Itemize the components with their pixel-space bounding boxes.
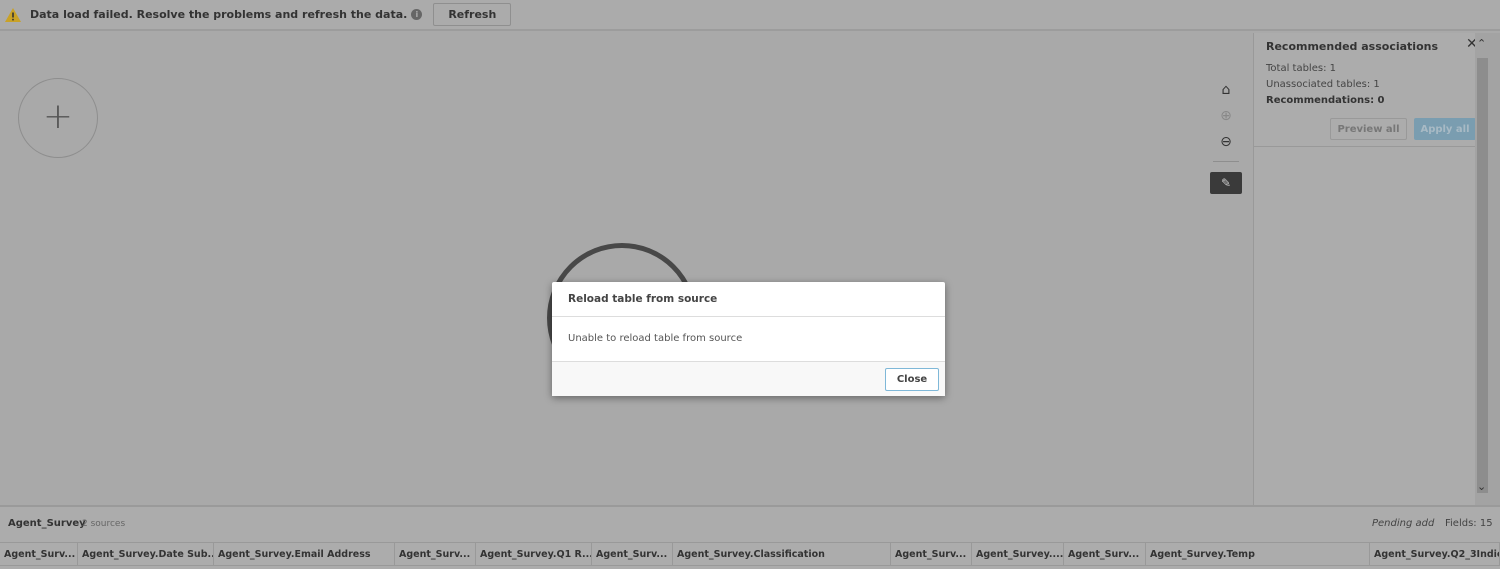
chevron-up-icon[interactable]: ⌃ [1477, 37, 1486, 50]
column-header[interactable]: Agent_Survey.Q2_3Indicat [1370, 543, 1500, 565]
info-icon[interactable]: i [411, 9, 423, 20]
refresh-button[interactable]: Refresh [433, 3, 512, 26]
unassociated-tables: Unassociated tables: 1 [1266, 79, 1380, 90]
error-message: Data load failed. Resolve the problems a… [30, 8, 408, 21]
column-header[interactable]: Agent_Surv... [592, 543, 673, 565]
column-header[interactable]: Agent_Survey.Date Sub... [78, 543, 214, 565]
column-header[interactable]: Agent_Survey.Email Address [214, 543, 395, 565]
warning-icon [5, 7, 21, 22]
column-header[interactable]: Agent_Surv... [1064, 543, 1146, 565]
home-icon[interactable]: ⌂ [1210, 77, 1242, 103]
zoom-in-icon[interactable]: ⊕ [1210, 103, 1242, 129]
reload-dialog: Reload table from source Unable to reloa… [552, 282, 945, 396]
canvas-toolbar: ⌂ ⊕ ⊖ ✎ [1210, 77, 1242, 194]
recommendations-count: Recommendations: 0 [1266, 95, 1385, 106]
panel-title: Recommended associations [1266, 40, 1439, 53]
column-header[interactable]: Agent_Survey.... [972, 543, 1064, 565]
preview-all-button[interactable]: Preview all [1330, 118, 1407, 140]
table-preview: Agent_Survey 2 sources Pending add Field… [0, 505, 1500, 569]
magic-wand-icon[interactable]: ✎ [1210, 172, 1242, 194]
error-banner: Data load failed. Resolve the problems a… [0, 0, 1500, 31]
dialog-footer: Close [552, 362, 945, 396]
table-sources: 2 sources [82, 519, 126, 529]
chevron-down-icon[interactable]: ⌄ [1477, 480, 1486, 493]
column-header[interactable]: Agent_Surv... [891, 543, 972, 565]
apply-all-button[interactable]: Apply all [1414, 118, 1476, 140]
column-headers: Agent_Surv... Agent_Survey.Date Sub... Age… [0, 542, 1500, 566]
scrollbar-thumb[interactable] [1477, 58, 1488, 493]
table-name: Agent_Survey [8, 518, 86, 529]
column-header[interactable]: Agent_Survey.Temp [1146, 543, 1370, 565]
dialog-title: Reload table from source [552, 282, 945, 317]
close-button[interactable]: Close [885, 368, 939, 391]
column-header[interactable]: Agent_Survey.Q1 R... [476, 543, 592, 565]
column-header[interactable]: Agent_Surv... [0, 543, 78, 565]
toolbar-divider [1213, 161, 1239, 162]
divider [1254, 146, 1476, 147]
recommended-associations-panel: Recommended associations ✕ Total tables:… [1253, 33, 1478, 505]
add-data-button[interactable]: + [18, 78, 98, 158]
plus-icon: + [42, 96, 74, 137]
column-header[interactable]: Agent_Survey.Classification [673, 543, 891, 565]
table-status: Pending add [1372, 518, 1435, 529]
total-tables: Total tables: 1 [1266, 63, 1336, 74]
zoom-out-icon[interactable]: ⊖ [1210, 129, 1242, 155]
panel-scrollbar[interactable]: ⌃ ⌄ [1475, 33, 1500, 505]
dialog-message: Unable to reload table from source [552, 317, 945, 362]
field-count: Fields: 15 [1445, 518, 1493, 529]
model-canvas[interactable]: + ⌂ ⊕ ⊖ ✎ [0, 33, 1253, 505]
column-header[interactable]: Agent_Surv... [395, 543, 476, 565]
